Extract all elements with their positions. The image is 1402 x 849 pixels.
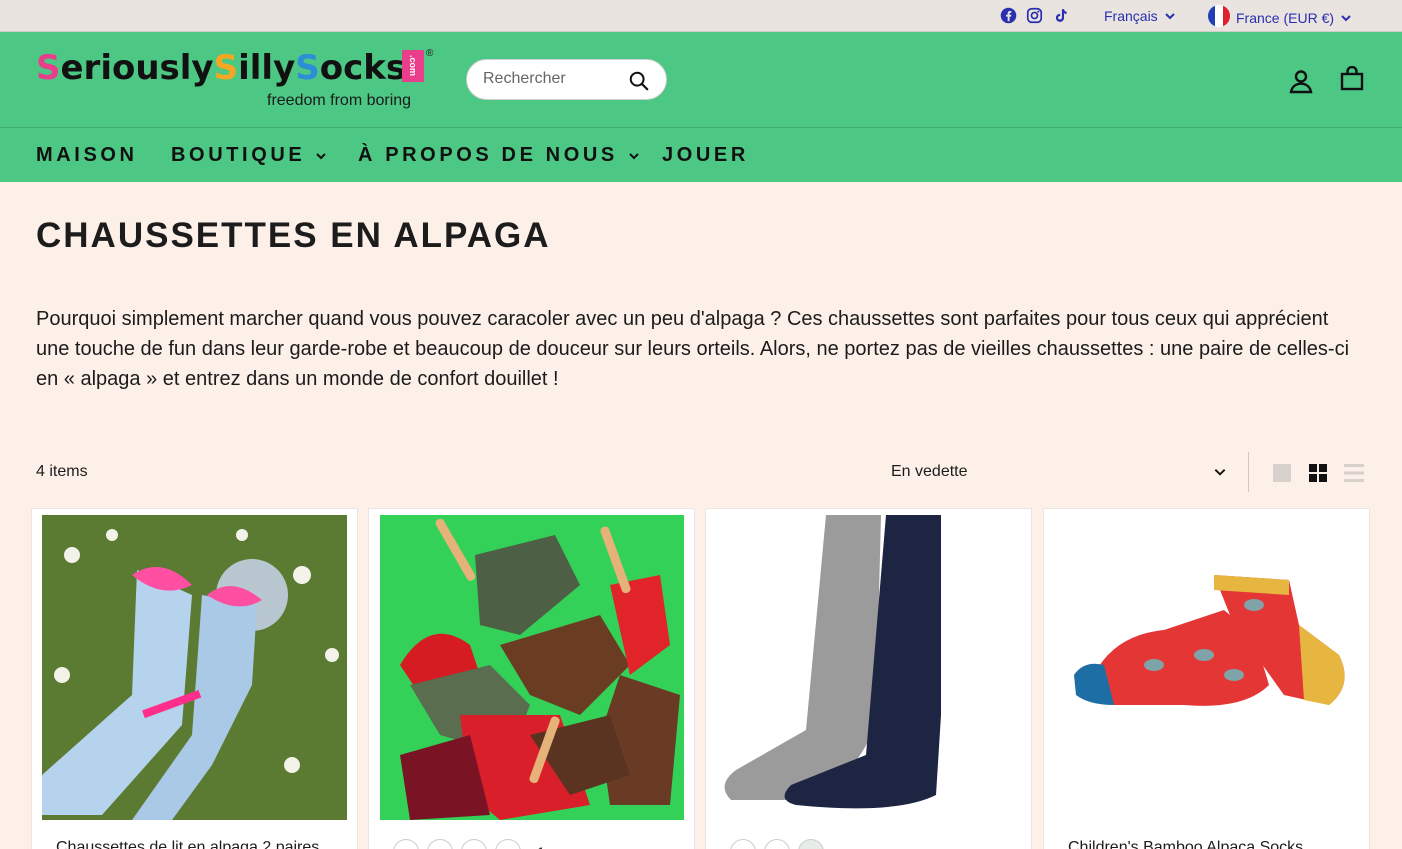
product-image[interactable] bbox=[42, 515, 347, 820]
facebook-icon[interactable] bbox=[1000, 7, 1017, 24]
language-selector[interactable]: Français bbox=[1104, 8, 1176, 24]
color-swatches bbox=[730, 839, 824, 849]
site-logo[interactable]: SeriouslySillySocks .com ® freedom from … bbox=[36, 46, 436, 116]
chevron-down-icon bbox=[1214, 469, 1226, 476]
main-navigation: MAISON BOUTIQUE À PROPOS DE NOUS JOUER bbox=[0, 128, 1402, 182]
cart-icon[interactable] bbox=[1339, 66, 1365, 92]
logo-wordmark: SeriouslySillySocks bbox=[36, 48, 407, 88]
instagram-icon[interactable] bbox=[1026, 7, 1043, 24]
color-swatch[interactable] bbox=[461, 839, 487, 849]
color-swatch[interactable] bbox=[764, 839, 790, 849]
language-label: Français bbox=[1104, 8, 1158, 24]
product-card[interactable]: Children's Bamboo Alpaca Socks bbox=[1043, 508, 1370, 849]
color-swatch[interactable] bbox=[730, 839, 756, 849]
nav-item-label: JOUER bbox=[662, 144, 749, 166]
utility-bar: Français France (EUR €) bbox=[0, 0, 1402, 32]
item-count: 4 items bbox=[36, 463, 88, 480]
sort-value: En vedette bbox=[891, 463, 968, 480]
product-image[interactable] bbox=[380, 515, 684, 820]
collection-title: CHAUSSETTES EN ALPAGA bbox=[36, 216, 551, 255]
nav-item-maison[interactable]: MAISON bbox=[36, 144, 138, 167]
list-view-icon[interactable] bbox=[1344, 463, 1364, 483]
toolbar-divider bbox=[1248, 452, 1249, 492]
small-grid-view-icon[interactable] bbox=[1308, 463, 1328, 483]
search-input[interactable] bbox=[483, 70, 623, 88]
product-title[interactable]: Chaussettes de lit en alpaga 2 paires bbox=[56, 839, 319, 849]
product-card[interactable] bbox=[705, 508, 1032, 849]
chevron-down-icon bbox=[1341, 14, 1351, 21]
color-swatch[interactable] bbox=[393, 839, 419, 849]
product-image[interactable] bbox=[716, 515, 1021, 820]
nav-item-label: MAISON bbox=[36, 144, 138, 166]
social-links bbox=[1000, 7, 1069, 24]
color-swatch[interactable] bbox=[798, 839, 824, 849]
country-selector[interactable]: France (EUR €) bbox=[1208, 5, 1352, 27]
search-icon[interactable] bbox=[628, 70, 650, 92]
account-icon[interactable] bbox=[1288, 68, 1314, 94]
nav-item-a-propos[interactable]: À PROPOS DE NOUS bbox=[358, 144, 640, 167]
collection-description: Pourquoi simplement marcher quand vous p… bbox=[36, 308, 1350, 390]
large-grid-view-icon[interactable] bbox=[1272, 463, 1292, 483]
search-bar[interactable] bbox=[466, 59, 667, 100]
product-card[interactable]: +1 bbox=[368, 508, 695, 849]
product-card[interactable]: Chaussettes de lit en alpaga 2 paires bbox=[31, 508, 358, 849]
more-swatches-count: +1 bbox=[529, 844, 545, 849]
chevron-down-icon bbox=[316, 152, 327, 159]
nav-item-label: BOUTIQUE bbox=[171, 144, 306, 166]
color-swatch[interactable] bbox=[427, 839, 453, 849]
product-image[interactable] bbox=[1054, 515, 1359, 820]
logo-tagline: freedom from boring bbox=[267, 92, 412, 109]
nav-item-label: À PROPOS DE NOUS bbox=[358, 144, 618, 166]
chevron-down-icon bbox=[1164, 13, 1175, 20]
logo-registered: ® bbox=[426, 48, 434, 59]
site-header: SeriouslySillySocks .com ® freedom from … bbox=[0, 32, 1402, 128]
logo-badge: .com bbox=[402, 50, 424, 82]
country-label: France (EUR €) bbox=[1236, 9, 1335, 26]
tiktok-icon[interactable] bbox=[1052, 7, 1069, 24]
nav-item-jouer[interactable]: JOUER bbox=[662, 144, 749, 167]
sort-select[interactable]: En vedette bbox=[891, 463, 1227, 481]
color-swatches: +1 bbox=[393, 839, 545, 849]
color-swatch[interactable] bbox=[495, 839, 521, 849]
nav-item-boutique[interactable]: BOUTIQUE bbox=[171, 144, 327, 167]
product-title[interactable]: Children's Bamboo Alpaca Socks bbox=[1068, 839, 1303, 849]
chevron-down-icon bbox=[629, 152, 639, 159]
france-flag-icon bbox=[1208, 5, 1230, 27]
